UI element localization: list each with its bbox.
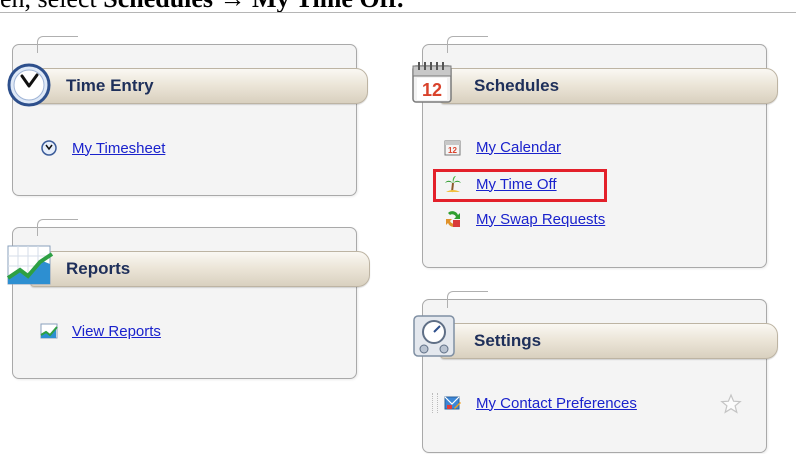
drag-handle[interactable] [432, 393, 438, 413]
swap-icon [446, 211, 460, 227]
reports-panel [12, 219, 357, 379]
reports-chart-icon [6, 245, 54, 285]
contact-preferences-icon [444, 396, 461, 410]
small-calendar-icon: 12 [444, 140, 461, 156]
time-entry-title: Time Entry [66, 76, 154, 95]
schedules-title: Schedules [474, 76, 560, 95]
link-my-contact-preferences[interactable]: My Contact Preferences [476, 395, 637, 412]
time-entry-panel [12, 36, 357, 196]
panel-tab [447, 36, 488, 53]
calendar-icon: 12 [412, 62, 452, 103]
divider [0, 12, 796, 13]
settings-gauge-icon [413, 315, 455, 357]
timesheet-clock-icon [41, 140, 57, 156]
panel-tab [37, 36, 78, 53]
link-my-calendar[interactable]: My Calendar [476, 139, 561, 156]
view-reports-chart-icon [40, 323, 58, 339]
link-my-timesheet-row[interactable]: My Timesheet [40, 139, 165, 157]
settings-title: Settings [474, 331, 542, 350]
link-my-swap-requests-row[interactable]: My Swap Requests [444, 210, 605, 228]
link-my-timesheet[interactable]: My Timesheet [72, 140, 165, 157]
link-view-reports-row[interactable]: View Reports [40, 322, 161, 340]
reports-title: Reports [66, 259, 131, 278]
favorite-star-icon[interactable] [720, 393, 742, 415]
my-time-off-highlight [433, 169, 607, 202]
svg-text:12: 12 [448, 146, 457, 155]
calendar-icon-number: 12 [422, 80, 442, 100]
link-view-reports[interactable]: View Reports [72, 323, 161, 340]
panel-tab [37, 219, 78, 236]
link-my-swap-requests[interactable]: My Swap Requests [476, 211, 605, 228]
clock-icon [7, 63, 51, 107]
link-my-contact-preferences-row[interactable]: My Contact Preferences [444, 394, 637, 412]
panel-tab [447, 291, 488, 308]
link-my-calendar-row[interactable]: 12 My Calendar [444, 138, 561, 156]
